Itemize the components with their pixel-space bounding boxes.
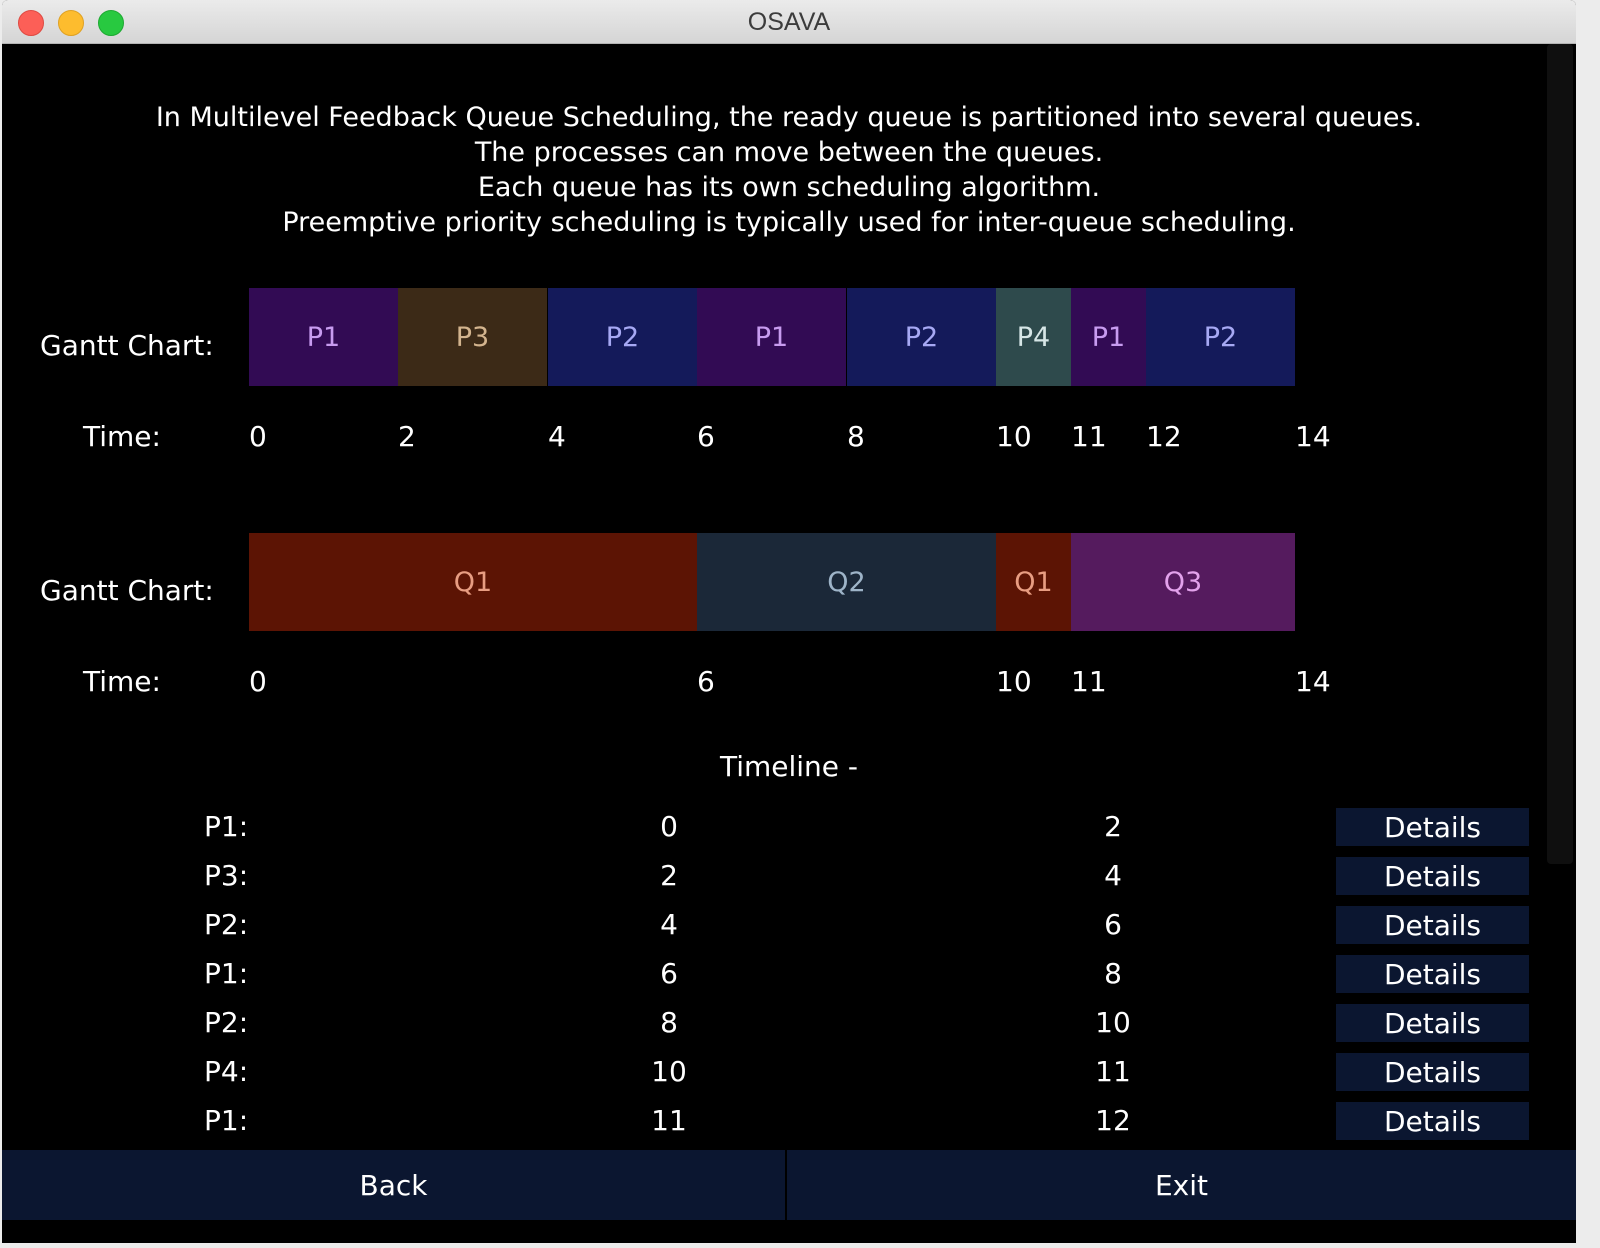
timeline-row: P4: 10 11 Details [2, 1053, 1576, 1093]
queue-time-axis: 0 6 10 11 14 [249, 665, 1349, 701]
queue-time-label: Time: [83, 665, 161, 698]
process-time-axis: 0 2 4 6 8 10 11 12 14 [249, 420, 1349, 456]
timeline-end-time: 2 [1104, 810, 1122, 843]
timeline-end-time: 6 [1104, 908, 1122, 941]
timeline-row: P2: 8 10 Details [2, 1004, 1576, 1044]
queue-time-tick: 14 [1295, 665, 1331, 698]
timeline-start-time: 10 [651, 1055, 687, 1088]
timeline-row: P3: 2 4 Details [2, 857, 1576, 897]
timeline-start-time: 0 [660, 810, 678, 843]
queue-time-tick: 0 [249, 665, 267, 698]
timeline-start-time: 11 [651, 1104, 687, 1137]
details-button[interactable]: Details [1336, 955, 1529, 993]
timeline-row: P1: 6 8 Details [2, 955, 1576, 995]
details-button[interactable]: Details [1336, 906, 1529, 944]
process-segment-p2: P2 [1146, 288, 1295, 386]
details-button[interactable]: Details [1336, 857, 1529, 895]
intro-line: In Multilevel Feedback Queue Scheduling,… [155, 102, 1423, 133]
timeline-end-time: 10 [1095, 1006, 1131, 1039]
app-window: OSAVA In Multilevel Feedback Queue Sched… [2, 0, 1576, 1243]
timeline-process: P1: [204, 1104, 249, 1137]
process-time-tick: 8 [847, 420, 865, 453]
timeline-end-time: 12 [1095, 1104, 1131, 1137]
process-segment-p3: P3 [398, 288, 547, 386]
intro-line: Each queue has its own scheduling algori… [477, 172, 1101, 203]
queue-gantt-label: Gantt Chart: [40, 574, 214, 607]
timeline-title: Timeline - [719, 750, 859, 783]
process-segment-p2: P2 [847, 288, 996, 386]
scrollbar[interactable] [1547, 44, 1573, 864]
timeline-start-time: 6 [660, 957, 678, 990]
timeline-start-time: 4 [660, 908, 678, 941]
queue-segment-q1: Q1 [996, 533, 1071, 631]
process-gantt-label: Gantt Chart: [40, 329, 214, 362]
timeline-start-time: 8 [660, 1006, 678, 1039]
bottom-bar: Back Exit [2, 1150, 1576, 1222]
title-bar: OSAVA [2, 0, 1576, 44]
intro-line: Preemptive priority scheduling is typica… [282, 207, 1296, 238]
process-segment-p4: P4 [996, 288, 1071, 386]
queue-time-tick: 11 [1071, 665, 1107, 698]
queue-segment-q3: Q3 [1071, 533, 1295, 631]
process-segment-p1: P1 [1071, 288, 1146, 386]
timeline-process: P2: [204, 908, 249, 941]
timeline-row: P1: 11 12 Details [2, 1102, 1576, 1142]
process-time-tick: 12 [1146, 420, 1182, 453]
main-content: In Multilevel Feedback Queue Scheduling,… [2, 44, 1576, 1243]
queue-time-tick: 10 [996, 665, 1032, 698]
timeline-end-time: 8 [1104, 957, 1122, 990]
timeline-process: P4: [204, 1055, 249, 1088]
process-time-tick: 0 [249, 420, 267, 453]
back-button[interactable]: Back [2, 1150, 785, 1220]
timeline-process: P2: [204, 1006, 249, 1039]
timeline-row: P2: 4 6 Details [2, 906, 1576, 946]
process-segment-p1: P1 [697, 288, 846, 386]
queue-segment-q2: Q2 [697, 533, 996, 631]
process-time-tick: 11 [1071, 420, 1107, 453]
details-button[interactable]: Details [1336, 1053, 1529, 1091]
details-button[interactable]: Details [1336, 808, 1529, 846]
intro-text: In Multilevel Feedback Queue Scheduling,… [2, 100, 1576, 240]
process-time-tick: 2 [398, 420, 416, 453]
timeline-row: P1: 0 2 Details [2, 808, 1576, 848]
process-segment-p1: P1 [249, 288, 398, 386]
process-time-tick: 14 [1295, 420, 1331, 453]
process-time-tick: 6 [697, 420, 715, 453]
process-time-tick: 10 [996, 420, 1032, 453]
queue-segment-q1: Q1 [249, 533, 697, 631]
timeline-end-time: 4 [1104, 859, 1122, 892]
process-time-tick: 4 [548, 420, 566, 453]
process-time-label: Time: [83, 420, 161, 453]
queue-time-tick: 6 [697, 665, 715, 698]
exit-button[interactable]: Exit [787, 1150, 1576, 1220]
details-button[interactable]: Details [1336, 1004, 1529, 1042]
queue-gantt-chart: Q1 Q2 Q1 Q3 [249, 533, 1295, 631]
details-button[interactable]: Details [1336, 1102, 1529, 1140]
intro-line: The processes can move between the queue… [474, 137, 1104, 168]
process-gantt-chart: P1 P3 P2 P1 P2 P4 P1 P2 [249, 288, 1295, 386]
timeline-process: P1: [204, 957, 249, 990]
timeline-process: P3: [204, 859, 249, 892]
timeline-end-time: 11 [1095, 1055, 1131, 1088]
timeline-process: P1: [204, 810, 249, 843]
timeline-start-time: 2 [660, 859, 678, 892]
window-title: OSAVA [747, 8, 831, 36]
process-segment-p2: P2 [548, 288, 697, 386]
